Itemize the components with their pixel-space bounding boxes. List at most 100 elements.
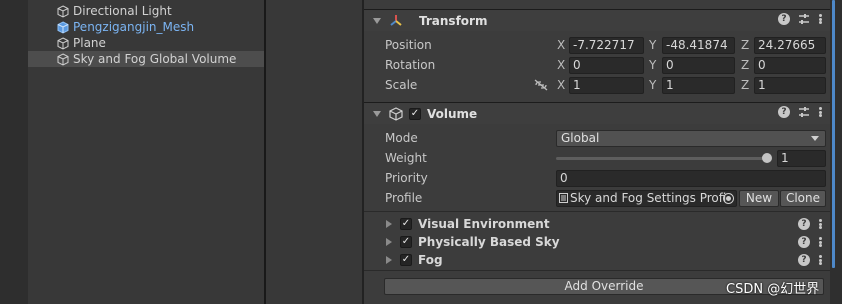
component-title: Transform <box>419 13 488 28</box>
hierarchy-item-pengzigangjin-mesh[interactable]: Pengzigangjin_Mesh <box>28 19 264 35</box>
prefab-cube-icon <box>56 20 70 34</box>
axis-z-label: Z <box>741 58 750 72</box>
position-row: Position X -7.722717 Y -48.41874 Z 24.27… <box>364 35 830 55</box>
profile-asset-icon <box>559 192 568 203</box>
hierarchy-item-label: Sky and Fog Global Volume <box>73 52 237 66</box>
scale-y-field[interactable]: 1 <box>662 76 735 94</box>
axis-x-label: X <box>557 38 566 52</box>
priority-row: Priority 0 <box>364 168 830 188</box>
help-icon[interactable]: ? <box>798 218 810 230</box>
foldout-arrow-icon[interactable] <box>373 17 381 24</box>
hierarchy-item-label: Pengzigangjin_Mesh <box>73 20 195 34</box>
help-icon[interactable]: ? <box>798 254 810 266</box>
axis-y-label: Y <box>649 78 657 92</box>
rotation-row: Rotation X 0 Y 0 Z 0 <box>364 55 830 75</box>
axis-x-label: X <box>557 58 566 72</box>
foldout-arrow-icon[interactable] <box>386 256 392 264</box>
override-title: Fog <box>418 253 443 267</box>
help-icon[interactable]: ? <box>778 13 790 25</box>
profile-label: Profile <box>385 191 423 205</box>
priority-field[interactable]: 0 <box>556 169 826 187</box>
presets-icon[interactable] <box>798 13 810 25</box>
priority-label: Priority <box>385 171 428 185</box>
profile-object-field[interactable]: Sky and Fog Settings Profi <box>556 189 737 207</box>
foldout-arrow-icon[interactable] <box>386 238 392 246</box>
transform-axes-icon <box>389 14 403 28</box>
hierarchy-item-directional-light[interactable]: Directional Light <box>28 3 264 19</box>
weight-slider-track[interactable] <box>556 157 768 160</box>
axis-y-label: Y <box>649 58 657 72</box>
axis-y-label: Y <box>649 38 657 52</box>
gameobject-cube-icon <box>56 36 70 50</box>
profile-clone-button[interactable]: Clone <box>780 189 826 207</box>
overrides-divider <box>364 211 830 212</box>
more-options-icon[interactable] <box>818 236 822 248</box>
override-title: Visual Environment <box>418 217 550 231</box>
more-options-icon[interactable] <box>818 106 822 118</box>
override-fog[interactable]: ✓ Fog ? <box>364 251 830 269</box>
volume-enabled-checkbox[interactable]: ✓ <box>409 107 421 120</box>
position-x-field[interactable]: -7.722717 <box>569 36 644 54</box>
scale-z-field[interactable]: 1 <box>754 76 826 94</box>
scrollbar-thumb[interactable] <box>832 0 835 268</box>
presets-icon[interactable] <box>798 106 810 118</box>
more-options-icon[interactable] <box>818 218 822 230</box>
hierarchy-panel: Directional Light Pengzigangjin_Mesh Pla… <box>0 0 264 304</box>
gameobject-cube-icon <box>56 52 70 66</box>
rotation-z-field[interactable]: 0 <box>754 56 826 74</box>
middle-panel <box>266 0 362 304</box>
help-icon[interactable]: ? <box>798 236 810 248</box>
profile-row: Profile Sky and Fog Settings Profi New C… <box>364 188 830 208</box>
weight-field[interactable]: 1 <box>777 149 826 167</box>
axis-x-label: X <box>557 78 566 92</box>
mode-row: Mode Global <box>364 128 830 148</box>
hierarchy-item-label: Plane <box>73 36 106 50</box>
constrain-proportions-icon[interactable] <box>534 79 548 94</box>
hierarchy-item-sky-fog-volume[interactable]: Sky and Fog Global Volume <box>28 51 264 67</box>
rotation-x-field[interactable]: 0 <box>569 56 644 74</box>
rotation-label: Rotation <box>385 58 436 72</box>
inspector-panel: Transform ? Position X -7.722717 Y -48.4… <box>364 0 842 304</box>
scale-label: Scale <box>385 78 418 92</box>
mode-dropdown[interactable]: Global <box>556 129 826 147</box>
rotation-y-field[interactable]: 0 <box>662 56 735 74</box>
chevron-down-icon <box>811 135 819 141</box>
watermark-text: CSDN @幻世界 <box>726 282 820 297</box>
position-label: Position <box>385 38 432 52</box>
hierarchy-gutter <box>0 0 28 304</box>
object-picker-icon[interactable] <box>723 192 734 204</box>
scale-x-field[interactable]: 1 <box>569 76 644 94</box>
axis-z-label: Z <box>741 38 750 52</box>
position-y-field[interactable]: -48.41874 <box>662 36 735 54</box>
volume-header[interactable]: ✓ Volume ? <box>364 102 830 124</box>
overrides-divider <box>364 270 830 271</box>
override-title: Physically Based Sky <box>418 235 560 249</box>
foldout-arrow-icon[interactable] <box>373 110 381 117</box>
volume-cube-icon <box>389 106 403 121</box>
more-options-icon[interactable] <box>818 13 822 25</box>
gameobject-cube-icon <box>56 4 70 18</box>
transform-header[interactable]: Transform ? <box>364 9 830 31</box>
override-physically-based-sky[interactable]: ✓ Physically Based Sky ? <box>364 233 830 251</box>
override-visual-environment[interactable]: ✓ Visual Environment ? <box>364 215 830 233</box>
axis-z-label: Z <box>741 78 750 92</box>
override-enabled-checkbox[interactable]: ✓ <box>400 254 412 266</box>
weight-slider-thumb[interactable] <box>762 153 772 163</box>
mode-value: Global <box>561 130 600 145</box>
mode-label: Mode <box>385 131 418 145</box>
override-enabled-checkbox[interactable]: ✓ <box>400 218 412 230</box>
foldout-arrow-icon[interactable] <box>386 220 392 228</box>
profile-new-button[interactable]: New <box>739 189 779 207</box>
more-options-icon[interactable] <box>818 254 822 266</box>
scale-row: Scale X 1 Y 1 Z 1 <box>364 75 830 95</box>
profile-value: Sky and Fog Settings Profi <box>570 190 727 205</box>
weight-label: Weight <box>385 151 427 165</box>
inspector-scrollbar[interactable] <box>830 0 842 304</box>
position-z-field[interactable]: 24.27665 <box>754 36 826 54</box>
component-title: Volume <box>427 106 478 121</box>
weight-row: Weight 1 <box>364 148 830 168</box>
help-icon[interactable]: ? <box>778 106 790 118</box>
override-enabled-checkbox[interactable]: ✓ <box>400 236 412 248</box>
hierarchy-item-label: Directional Light <box>73 4 172 18</box>
hierarchy-item-plane[interactable]: Plane <box>28 35 264 51</box>
